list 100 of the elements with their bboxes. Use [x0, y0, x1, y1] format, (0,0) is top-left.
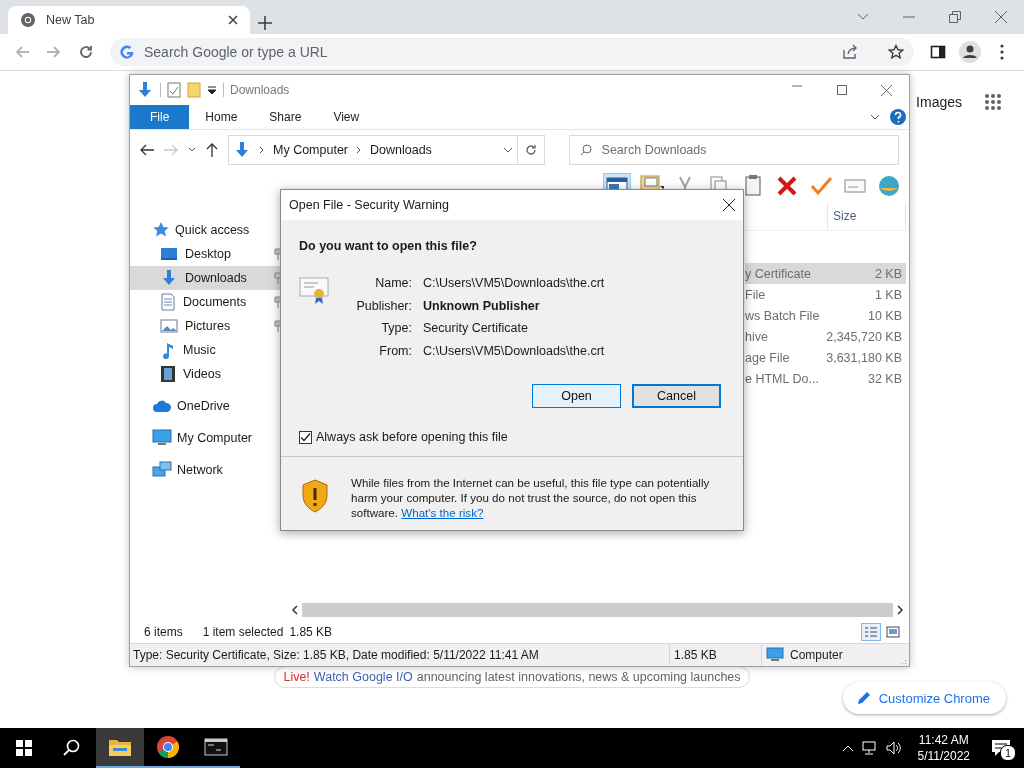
download-icon — [160, 269, 178, 287]
checkbox-label[interactable]: Always ask before opening this file — [316, 429, 508, 446]
promo-link[interactable]: Watch Google I/O — [313, 670, 413, 684]
close-icon[interactable] — [723, 199, 735, 211]
file-details-text: Type: Security Certificate, Size: 1.85 KB, Date modified: 5/11/2022 11:41 AM — [133, 648, 539, 662]
recent-locations-icon[interactable] — [188, 147, 196, 153]
warning-shield-icon — [301, 479, 329, 514]
selection-size: 1.85 KB — [289, 624, 333, 639]
search-icon — [63, 739, 81, 757]
dialog-title: Open File - Security Warning — [289, 198, 449, 212]
search-field[interactable]: Search Downloads — [599, 142, 888, 158]
size-cell-text: 2 KB — [873, 265, 903, 283]
chevron-down-icon[interactable] — [870, 114, 880, 120]
close-icon[interactable] — [228, 15, 238, 25]
new-tab-icon[interactable] — [258, 16, 272, 30]
risk-link[interactable]: What's the risk? — [401, 506, 484, 520]
scrollbar-thumb[interactable] — [302, 603, 893, 617]
search-box[interactable]: Search Downloads — [568, 135, 899, 165]
folder-icon — [108, 737, 132, 757]
side-panel-icon[interactable] — [930, 44, 946, 60]
share-icon[interactable] — [842, 44, 858, 60]
nav-pane-item[interactable]: My Computer — [130, 426, 280, 450]
properties-icon[interactable] — [167, 82, 181, 98]
restore-icon[interactable] — [949, 11, 961, 23]
promo-text: announcing latest innovations, news & upcoming launches — [416, 670, 741, 684]
download-icon — [136, 81, 154, 99]
search-icon — [579, 144, 592, 156]
breadcrumb-chevron-icon — [356, 146, 363, 154]
ribbon-tab[interactable]: View — [317, 105, 376, 129]
profile-icon[interactable] — [958, 40, 982, 64]
network-icon — [152, 461, 172, 479]
refresh-button[interactable] — [517, 135, 545, 165]
size-cell-text: 1 KB — [873, 286, 903, 304]
column-header[interactable]: Size — [827, 202, 906, 230]
address-field[interactable]: Search Google or type a URL — [142, 43, 834, 61]
volume-icon[interactable] — [885, 741, 902, 755]
customize-chrome-button[interactable]: Customize Chrome — [842, 682, 1006, 714]
checkbox[interactable] — [299, 430, 312, 444]
help-icon[interactable] — [890, 109, 906, 125]
dropdown-icon[interactable] — [207, 85, 217, 95]
resize-grip-icon[interactable] — [899, 658, 907, 666]
nav-pane-item[interactable]: OneDrive — [130, 394, 280, 418]
menu-icon[interactable] — [1000, 44, 1004, 60]
dialog-button[interactable]: Open — [532, 384, 621, 409]
desktop-icon — [160, 246, 178, 262]
file-row[interactable]: age File 3,631,180 KB — [745, 347, 906, 368]
ribbon-tab[interactable]: Share — [253, 105, 318, 129]
document-icon — [160, 293, 176, 311]
up-button[interactable] — [206, 143, 218, 157]
chevron-down-icon[interactable] — [502, 147, 513, 153]
location-text: Computer — [790, 648, 843, 662]
back-button[interactable] — [140, 144, 154, 156]
type-cell-text: hive — [745, 328, 769, 346]
clock[interactable]: 11:42 AM 5/11/2022 — [909, 732, 978, 764]
dialog-button[interactable]: Cancel — [632, 384, 721, 409]
file-row[interactable]: y Certificate 2 KB — [745, 263, 906, 284]
file-row[interactable]: File 1 KB — [745, 284, 906, 305]
type-cell-text: ws Batch File — [745, 307, 821, 325]
bookmark-star-icon[interactable] — [888, 44, 904, 60]
nav-pane-item[interactable]: Network — [130, 458, 280, 482]
file-row[interactable]: ws Batch File 10 KB — [745, 305, 906, 326]
details-view-button[interactable] — [861, 622, 881, 641]
nav-pane-item[interactable]: Desktop — [130, 242, 280, 266]
field-value: Unknown Publisher — [423, 297, 541, 315]
item-count: 6 items — [144, 624, 183, 639]
refresh-icon — [524, 144, 537, 156]
scroll-right-icon[interactable] — [895, 605, 905, 615]
maximize-icon[interactable] — [836, 84, 847, 95]
ribbon-tab[interactable]: Home — [189, 105, 254, 129]
size-cell-text: 32 KB — [866, 370, 903, 388]
file-row[interactable]: hive 2,345,720 KB — [745, 326, 906, 347]
apps-grid-icon[interactable] — [984, 93, 1002, 111]
nav-pane-item[interactable]: Videos — [130, 362, 280, 386]
chrome-logo-icon — [20, 12, 36, 28]
nav-pane-item[interactable]: Documents — [130, 290, 280, 314]
film-icon — [160, 365, 176, 383]
nav-pane-item[interactable]: Downloads — [130, 266, 280, 290]
breadcrumb-chevron-icon — [259, 146, 265, 154]
file-row[interactable]: e HTML Do... 32 KB — [745, 368, 906, 389]
network-icon[interactable] — [861, 741, 878, 755]
scroll-left-icon[interactable] — [290, 605, 300, 615]
field-label: From: — [378, 342, 412, 360]
nav-pane-item[interactable]: Pictures — [130, 314, 280, 338]
size-cell-text: 2,345,720 KB — [827, 328, 903, 346]
reload-button[interactable] — [78, 44, 94, 60]
ribbon-tab[interactable]: File — [130, 105, 190, 129]
computer-icon — [152, 429, 172, 447]
field-value: C:\Users\VM5\Downloads\the.crt — [423, 275, 605, 292]
download-icon — [233, 141, 251, 159]
nav-pane-item[interactable]: Music — [130, 338, 280, 362]
field-value: Security Certificate — [423, 320, 529, 338]
field-label: Name: — [374, 275, 412, 292]
address-field[interactable]: My Computer Downloads — [228, 135, 518, 165]
chevron-down-icon[interactable] — [857, 13, 869, 21]
type-cell-text: y Certificate — [745, 265, 812, 283]
show-hidden-icons-icon[interactable] — [841, 744, 854, 752]
images-link[interactable]: Images — [916, 94, 962, 110]
nav-pane-item[interactable]: Quick access — [130, 218, 280, 242]
address-bar[interactable]: Search Google or type a URL — [110, 38, 914, 66]
google-logo-icon — [120, 45, 134, 59]
